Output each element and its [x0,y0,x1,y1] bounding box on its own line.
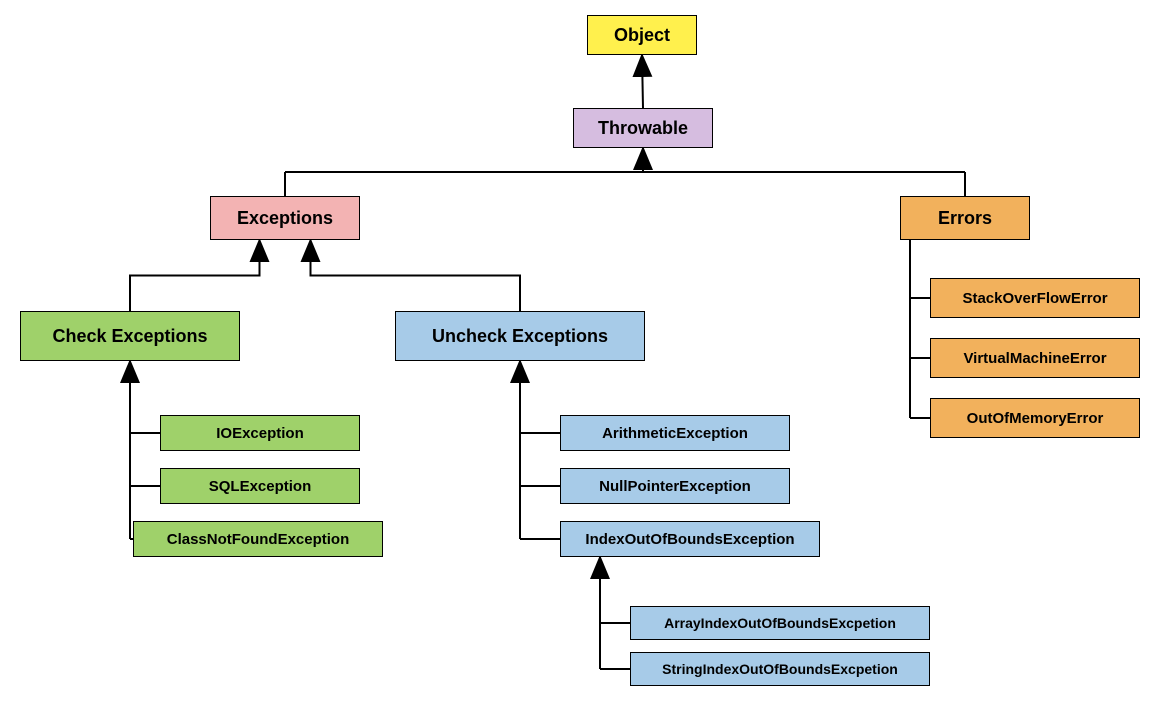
node-virtualmachine: VirtualMachineError [930,338,1140,378]
node-exceptions: Exceptions [210,196,360,240]
node-errors: Errors [900,196,1030,240]
node-ioexception: IOException [160,415,360,451]
node-sqlexception: SQLException [160,468,360,504]
node-stackoverflow: StackOverFlowError [930,278,1140,318]
node-throwable: Throwable [573,108,713,148]
node-arrayindex: ArrayIndexOutOfBoundsExcpetion [630,606,930,640]
node-outofmemory: OutOfMemoryError [930,398,1140,438]
node-indexoutofbounds: IndexOutOfBoundsException [560,521,820,557]
node-object: Object [587,15,697,55]
node-classnotfound: ClassNotFoundException [133,521,383,557]
node-nullpointer: NullPointerException [560,468,790,504]
node-check-exceptions: Check Exceptions [20,311,240,361]
node-arithmetic: ArithmeticException [560,415,790,451]
node-stringindex: StringIndexOutOfBoundsExcpetion [630,652,930,686]
node-uncheck-exceptions: Uncheck Exceptions [395,311,645,361]
